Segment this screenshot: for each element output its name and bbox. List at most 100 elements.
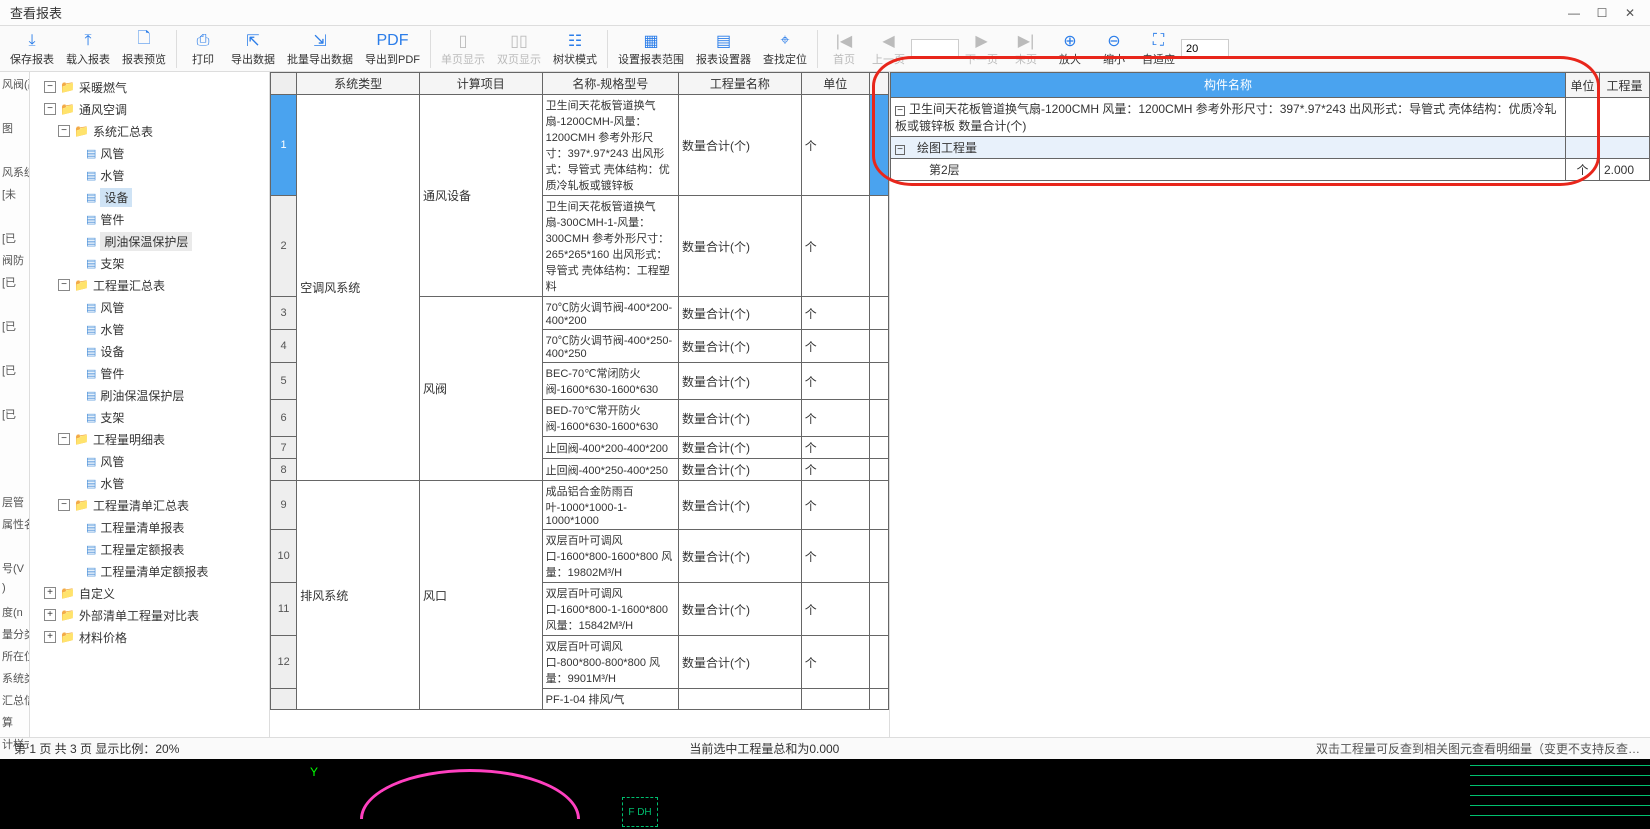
detail-qty-header: 工程量 xyxy=(1600,73,1650,98)
tree-item[interactable]: ▤工程量清单定额报表 xyxy=(30,560,269,582)
fit[interactable]: ⛶自适应 xyxy=(1136,27,1181,71)
tree-item[interactable]: +📁外部清单工程量对比表 xyxy=(30,604,269,626)
col-unit: 单位 xyxy=(801,73,869,95)
folder-icon: 📁 xyxy=(74,124,89,138)
tree-item[interactable]: ▤刷油保温保护层 xyxy=(30,384,269,406)
collapse-icon[interactable]: − xyxy=(58,279,70,291)
col-systype: 系统类型 xyxy=(297,73,420,95)
tree-item[interactable]: −📁工程量汇总表 xyxy=(30,274,269,296)
tree-item[interactable]: ▤设备 xyxy=(30,186,269,208)
cad-viewport[interactable]: Y F DH xyxy=(0,759,1650,829)
row-number[interactable]: 1 xyxy=(271,95,297,196)
export-button[interactable]: ⇱导出数据 xyxy=(225,27,281,71)
cell-calcitem[interactable]: 通风设备 xyxy=(419,95,542,297)
zoom-out[interactable]: ⊖缩小 xyxy=(1092,27,1136,71)
tree-item[interactable]: ▤支架 xyxy=(30,406,269,428)
tree-item[interactable]: +📁自定义 xyxy=(30,582,269,604)
tree-item[interactable]: ▤管件 xyxy=(30,208,269,230)
tree-item[interactable]: −📁通风空调 xyxy=(30,98,269,120)
tree-item[interactable]: ▤工程量清单报表 xyxy=(30,516,269,538)
document-icon: ▤ xyxy=(86,543,96,556)
cell-unit[interactable]: 个 xyxy=(801,95,869,196)
document-icon: ▤ xyxy=(86,411,96,424)
folder-icon: 📁 xyxy=(60,80,75,94)
collapse-icon[interactable]: − xyxy=(44,81,56,93)
double-page-button: ▯▯双页显示 xyxy=(491,27,547,71)
minimize-button[interactable]: — xyxy=(1560,3,1588,23)
close-button[interactable]: ✕ xyxy=(1616,3,1644,23)
report-grid-panel: 系统类型 计算项目 名称-规格型号 工程量名称 单位 1空调风系统通风设备卫生间… xyxy=(270,72,890,737)
print-icon: ⎙ xyxy=(193,31,213,51)
toolbar: ⤓保存报表⤒载入报表🗋报表预览⎙打印⇱导出数据⇲批量导出数据PDF导出到PDF ▯… xyxy=(0,26,1650,72)
tree-item[interactable]: ▤刷油保温保护层 xyxy=(30,230,269,252)
zoom-input[interactable] xyxy=(1181,39,1229,59)
expand-icon[interactable]: + xyxy=(44,587,56,599)
tree-item[interactable]: ▤管件 xyxy=(30,362,269,384)
tree-item[interactable]: −📁工程量清单汇总表 xyxy=(30,494,269,516)
collapse-icon[interactable]: − xyxy=(58,125,70,137)
tree-item[interactable]: ▤风管 xyxy=(30,142,269,164)
tree-item[interactable]: ▤工程量定额报表 xyxy=(30,538,269,560)
set-range-button[interactable]: ▦设置报表范围 xyxy=(612,27,690,71)
zoom-in[interactable]: ⊕放大 xyxy=(1048,27,1092,71)
tree-item[interactable]: ▤水管 xyxy=(30,164,269,186)
tree-item[interactable]: ▤风管 xyxy=(30,296,269,318)
single-page-icon: ▯ xyxy=(453,31,473,51)
detail-row1[interactable]: −卫生间天花板管道换气扇-1200CMH 风量：1200CMH 参考外形尺寸：3… xyxy=(891,98,1566,137)
batch-export-button[interactable]: ⇲批量导出数据 xyxy=(281,27,359,71)
cell-spec[interactable]: 卫生间天花板管道换气扇-1200CMH-风量：1200CMH 参考外形尺寸：39… xyxy=(542,95,678,196)
tree-item[interactable]: +📁材料价格 xyxy=(30,626,269,648)
status-sum: 当前选中工程量总和为0.000 xyxy=(489,740,1164,757)
save-report-button[interactable]: ⤓保存报表 xyxy=(4,27,60,71)
tree-item[interactable]: −📁工程量明细表 xyxy=(30,428,269,450)
collapse-icon[interactable]: − xyxy=(58,433,70,445)
preview-button[interactable]: 🗋报表预览 xyxy=(116,27,172,71)
document-icon: ▤ xyxy=(86,191,96,204)
load-report-button[interactable]: ⤒载入报表 xyxy=(60,27,116,71)
export-icon: ⇱ xyxy=(243,31,263,51)
detail-panel: 构件名称 单位 工程量 −卫生间天花板管道换气扇-1200CMH 风量：1200… xyxy=(890,72,1650,737)
cell-qtyname[interactable]: 数量合计(个) xyxy=(678,95,801,196)
export-pdf-button[interactable]: PDF导出到PDF xyxy=(359,27,426,71)
maximize-button[interactable]: ☐ xyxy=(1588,3,1616,23)
report-setup-button[interactable]: ▤报表设置器 xyxy=(690,27,757,71)
folder-icon: 📁 xyxy=(60,608,75,622)
export-pdf-icon: PDF xyxy=(383,31,403,51)
document-icon: ▤ xyxy=(86,345,96,358)
document-icon: ▤ xyxy=(86,389,96,402)
cad-curve xyxy=(360,769,580,819)
print-button[interactable]: ⎙打印 xyxy=(181,27,225,71)
tree-item[interactable]: ▤风管 xyxy=(30,450,269,472)
expand-icon[interactable]: + xyxy=(44,631,56,643)
detail-group[interactable]: −绘图工程量 xyxy=(891,137,1566,159)
axis-y-label: Y xyxy=(310,765,318,779)
detail-floor[interactable]: 第2层 xyxy=(891,159,1566,181)
collapse-icon[interactable]: − xyxy=(895,145,905,155)
batch-export-icon: ⇲ xyxy=(310,31,330,51)
detail-floor-unit: 个 xyxy=(1566,159,1600,181)
tree-item[interactable]: −📁采暖燃气 xyxy=(30,76,269,98)
find-button[interactable]: ⌖查找定位 xyxy=(757,27,813,71)
collapse-icon[interactable]: − xyxy=(44,103,56,115)
tree-item[interactable]: −📁系统汇总表 xyxy=(30,120,269,142)
cell-sel[interactable] xyxy=(869,95,888,196)
report-setup-icon: ▤ xyxy=(714,31,734,51)
document-icon: ▤ xyxy=(86,477,96,490)
tree-panel: −📁采暖燃气−📁通风空调−📁系统汇总表▤风管▤水管▤设备▤管件▤刷油保温保护层▤… xyxy=(30,72,270,737)
tree-mode-button[interactable]: ☷树状模式 xyxy=(547,27,603,71)
nav-last: ▶|末页 xyxy=(1004,27,1048,71)
double-page-icon: ▯▯ xyxy=(509,31,529,51)
expand-icon[interactable]: + xyxy=(44,609,56,621)
tree-item[interactable]: ▤支架 xyxy=(30,252,269,274)
load-report-icon: ⤒ xyxy=(78,31,98,51)
grid-corner xyxy=(271,73,297,95)
collapse-icon[interactable]: − xyxy=(895,106,905,116)
tree-item[interactable]: ▤水管 xyxy=(30,318,269,340)
page-input[interactable] xyxy=(911,39,959,59)
cell-systype[interactable]: 空调风系统 xyxy=(297,95,420,481)
nav-first: |◀首页 xyxy=(822,27,866,71)
preview-icon: 🗋 xyxy=(134,31,154,51)
tree-item[interactable]: ▤设备 xyxy=(30,340,269,362)
collapse-icon[interactable]: − xyxy=(58,499,70,511)
tree-item[interactable]: ▤水管 xyxy=(30,472,269,494)
